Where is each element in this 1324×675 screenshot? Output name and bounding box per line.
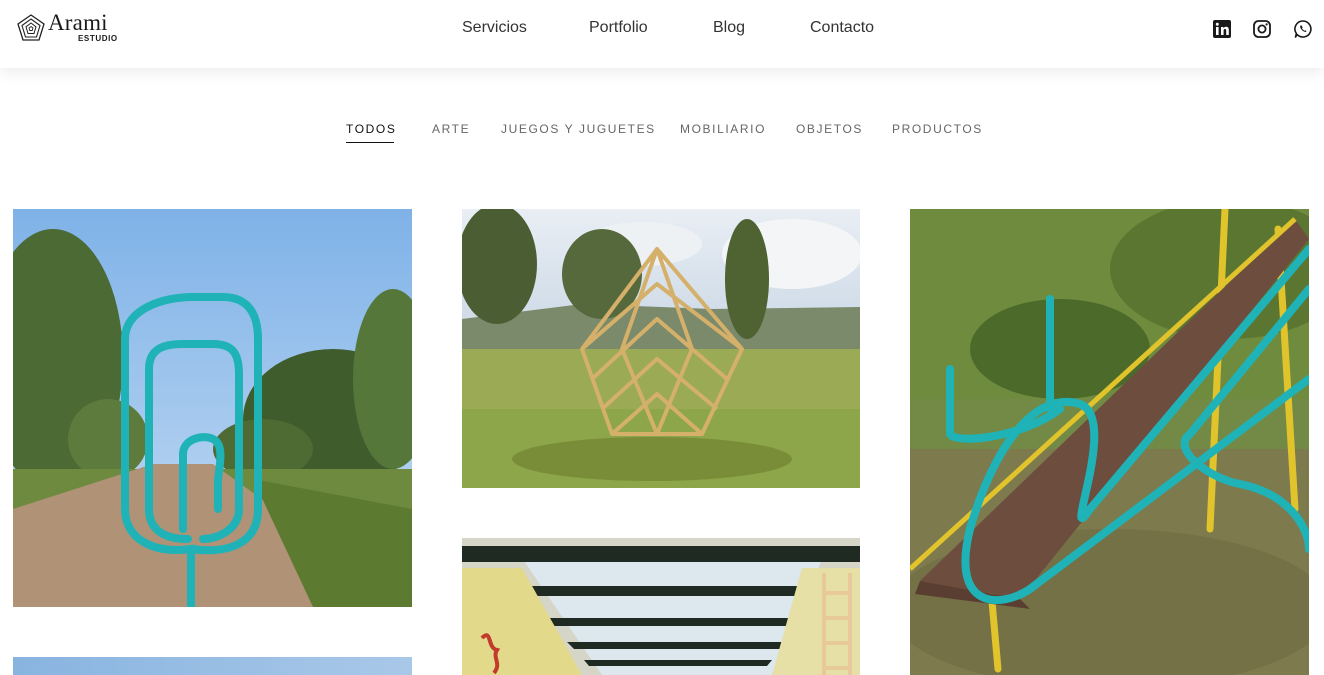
brand-subtitle: ESTUDIO bbox=[78, 34, 118, 43]
filter-mobiliario[interactable]: MOBILIARIO bbox=[680, 122, 766, 136]
logo-mark-icon bbox=[17, 14, 45, 41]
filter-juegos-y-juguetes[interactable]: JUEGOS Y JUGUETES bbox=[501, 122, 656, 136]
portfolio-image-playground-slide[interactable] bbox=[910, 209, 1309, 675]
active-filter-underline bbox=[346, 142, 394, 143]
nav-portfolio[interactable]: Portfolio bbox=[589, 19, 648, 37]
portfolio-image-wooden-dome[interactable] bbox=[462, 209, 860, 488]
portfolio-image-teal-loop-sculpture[interactable] bbox=[13, 209, 412, 607]
instagram-icon[interactable] bbox=[1252, 19, 1272, 39]
logo[interactable]: Arami ESTUDIO bbox=[16, 10, 126, 50]
portfolio-image-sky[interactable] bbox=[13, 657, 412, 675]
whatsapp-icon[interactable] bbox=[1293, 19, 1313, 39]
filter-objetos[interactable]: OBJETOS bbox=[796, 122, 863, 136]
filter-todos[interactable]: TODOS bbox=[346, 122, 396, 136]
filter-productos[interactable]: PRODUCTOS bbox=[892, 122, 983, 136]
linkedin-icon[interactable] bbox=[1212, 19, 1232, 39]
nav-contacto[interactable]: Contacto bbox=[810, 19, 874, 37]
portfolio-image-roofed-corridor[interactable] bbox=[462, 538, 860, 675]
portfolio-filter-bar: TODOS ARTE JUEGOS Y JUGUETES MOBILIARIO … bbox=[0, 118, 1324, 148]
nav-blog[interactable]: Blog bbox=[713, 19, 745, 37]
nav-servicios[interactable]: Servicios bbox=[462, 19, 527, 37]
site-header: Arami ESTUDIO Servicios Portfolio Blog C… bbox=[0, 0, 1324, 68]
brand-name: Arami bbox=[48, 10, 108, 35]
filter-arte[interactable]: ARTE bbox=[432, 122, 470, 136]
